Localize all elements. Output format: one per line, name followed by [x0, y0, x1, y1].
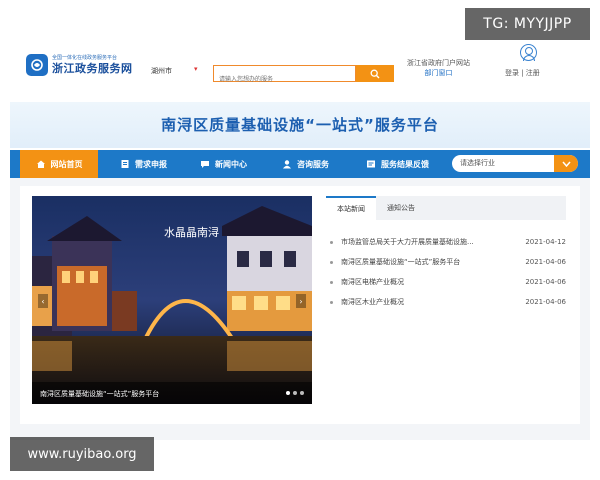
- carousel-caption: 南浔区质量基础设施“一站式”服务平台: [32, 382, 312, 404]
- news-date: 2021-04-12: [525, 238, 566, 246]
- title-band: 南浔区质量基础设施“一站式”服务平台: [10, 102, 590, 148]
- carousel-caption-text: 南浔区质量基础设施“一站式”服务平台: [40, 390, 160, 398]
- carousel-dot[interactable]: [300, 391, 304, 395]
- logo-subtitle: 全国一体化在线政务服务平台: [52, 54, 118, 61]
- department-window-link[interactable]: 部门窗口: [407, 68, 470, 78]
- industry-select[interactable]: 请选择行业: [452, 155, 578, 172]
- service-icon: [282, 159, 292, 169]
- site-logo[interactable]: 全国一体化在线政务服务平台 浙江政务服务网: [26, 54, 133, 76]
- list-item[interactable]: 市场监管总局关于大力开展质量基础设施... 2021-04-12: [326, 232, 566, 252]
- gov-portal-link-text: 浙江省政府门户网站: [407, 59, 470, 67]
- content-card: 水晶晶南浔 ‹ › 南浔区质量基础设施“一站式”服务平台 本站新闻 通知公告 市…: [20, 186, 580, 424]
- logo-title: 浙江政务服务网: [52, 61, 133, 75]
- news-date: 2021-04-06: [525, 278, 566, 286]
- bullet-icon: [330, 240, 333, 244]
- nav-item-feedback[interactable]: 服务结果反馈: [366, 150, 429, 178]
- chevron-down-icon[interactable]: ▾: [194, 65, 198, 73]
- chat-icon: [200, 159, 210, 169]
- carousel-dots: [283, 391, 304, 395]
- nav-item-label: 咨询服务: [297, 159, 329, 169]
- user-icon[interactable]: [520, 44, 537, 61]
- search-box: [213, 65, 356, 87]
- news-title[interactable]: 南浔区电梯产业概况: [341, 277, 514, 287]
- nav-item-label: 网站首页: [50, 159, 83, 169]
- tab-notices[interactable]: 通知公告: [376, 196, 426, 220]
- list-item[interactable]: 南浔区质量基础设施“一站式”服务平台 2021-04-06: [326, 252, 566, 272]
- search-input[interactable]: [214, 72, 355, 87]
- carousel-photo: 水晶晶南浔: [32, 196, 312, 404]
- bullet-icon: [330, 280, 333, 284]
- main-nav: 网站首页 需求申报 新闻中心 咨询服务 服务结果反馈 请选择行业: [10, 150, 590, 178]
- home-icon: [36, 159, 46, 169]
- image-carousel[interactable]: 水晶晶南浔 ‹ › 南浔区质量基础设施“一站式”服务平台: [32, 196, 312, 404]
- site-header: 全国一体化在线政务服务平台 浙江政务服务网 湖州市 ▾ 浙江省政府门户网站 部门…: [10, 40, 590, 100]
- industry-select-value: 请选择行业: [460, 159, 495, 167]
- search-button[interactable]: [356, 65, 394, 82]
- news-date: 2021-04-06: [525, 258, 566, 266]
- carousel-dot[interactable]: [286, 391, 290, 395]
- news-tabs: 本站新闻 通知公告: [326, 196, 566, 220]
- news-title[interactable]: 南浔区质量基础设施“一站式”服务平台: [341, 257, 514, 267]
- nav-item-demand[interactable]: 需求申报: [120, 150, 167, 178]
- nav-item-label: 新闻中心: [215, 159, 247, 169]
- bullet-icon: [330, 260, 333, 264]
- watermark-bottom: www.ruyibao.org: [10, 437, 154, 471]
- nav-item-news[interactable]: 新闻中心: [200, 150, 247, 178]
- search-icon: [370, 69, 380, 78]
- city-selector[interactable]: 湖州市: [151, 66, 172, 76]
- watermark-top: TG: MYYJJPP: [465, 8, 590, 40]
- form-icon: [120, 159, 130, 169]
- nav-item-label: 服务结果反馈: [381, 159, 429, 169]
- list-item[interactable]: 南浔区木业产业概况 2021-04-06: [326, 292, 566, 312]
- bullet-icon: [330, 300, 333, 304]
- feedback-icon: [366, 159, 376, 169]
- calligraphy-small: 水晶晶南浔: [164, 226, 219, 239]
- login-register-links[interactable]: 登录 | 注册: [505, 68, 540, 78]
- nav-item-consult[interactable]: 咨询服务: [282, 150, 329, 178]
- news-title[interactable]: 南浔区木业产业概况: [341, 297, 514, 307]
- news-date: 2021-04-06: [525, 298, 566, 306]
- news-title[interactable]: 市场监管总局关于大力开展质量基础设施...: [341, 237, 514, 247]
- logo-mark-icon: [26, 54, 48, 76]
- tab-site-news[interactable]: 本站新闻: [326, 196, 376, 220]
- carousel-prev-arrow-icon[interactable]: ‹: [38, 294, 48, 308]
- chevron-down-icon[interactable]: [554, 155, 578, 172]
- page-title: 南浔区质量基础设施“一站式”服务平台: [161, 116, 439, 134]
- gov-portal-link[interactable]: 浙江省政府门户网站 部门窗口: [407, 58, 470, 78]
- carousel-dot[interactable]: [293, 391, 297, 395]
- carousel-next-arrow-icon[interactable]: ›: [296, 294, 306, 308]
- nav-item-home[interactable]: 网站首页: [20, 150, 98, 178]
- news-panel: 本站新闻 通知公告 市场监管总局关于大力开展质量基础设施... 2021-04-…: [326, 196, 566, 404]
- page-frame: 全国一体化在线政务服务平台 浙江政务服务网 湖州市 ▾ 浙江省政府门户网站 部门…: [10, 40, 590, 440]
- list-item[interactable]: 南浔区电梯产业概况 2021-04-06: [326, 272, 566, 292]
- nav-item-label: 需求申报: [135, 159, 167, 169]
- news-list: 市场监管总局关于大力开展质量基础设施... 2021-04-12 南浔区质量基础…: [326, 232, 566, 312]
